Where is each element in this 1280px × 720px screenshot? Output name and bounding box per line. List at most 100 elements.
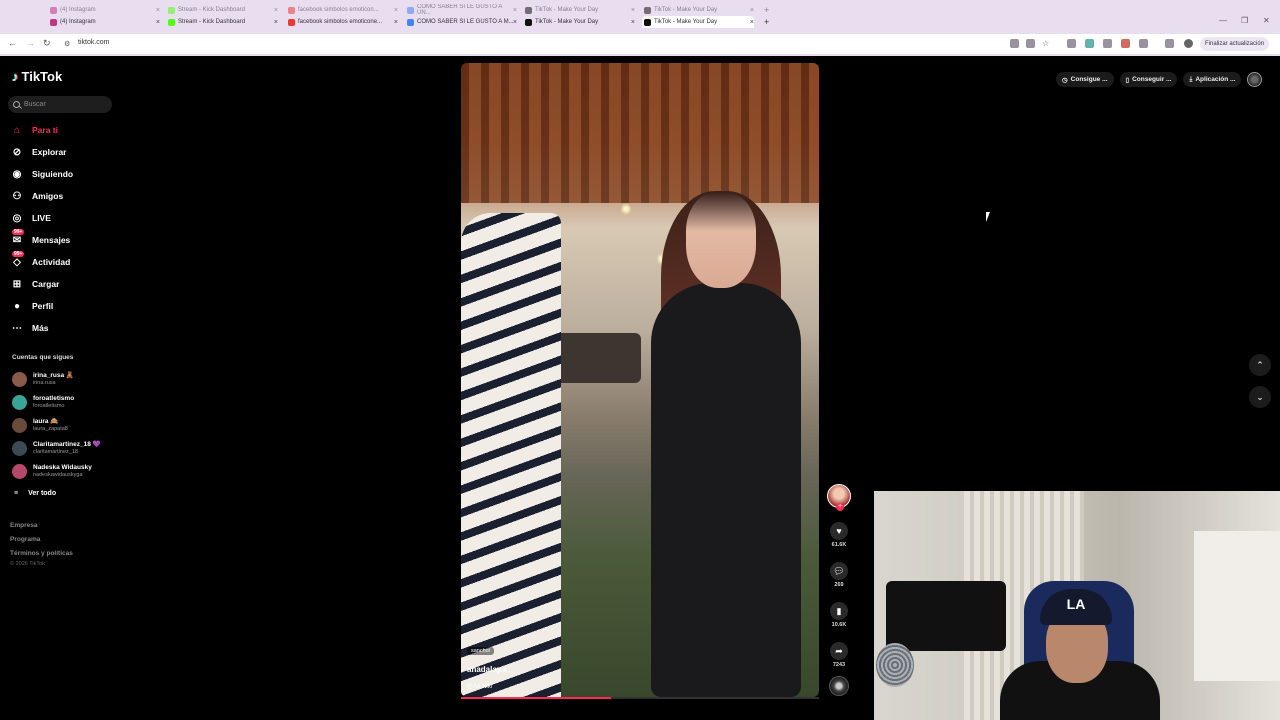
reload-icon[interactable]: ↻ [43,38,51,49]
footer-link-programa[interactable]: Programa [10,536,40,543]
tab-favicon-icon [288,6,295,14]
get-coins-button[interactable]: ◷ Consigue ... [1056,72,1114,87]
live-icon: ◎ [12,212,22,224]
browser-tab[interactable]: (4) Instagram × [48,16,160,28]
browser-tab[interactable]: facebook simbolos emoticone... × [286,16,398,28]
sidebar-item-perfil[interactable]: ● Perfil [10,298,53,314]
translate-icon[interactable] [1010,39,1019,48]
footer-link-terms[interactable]: Términos y políticas [10,550,73,557]
site-info-icon[interactable]: ⚙ [64,40,70,48]
tab-close-icon[interactable]: × [750,7,754,14]
extension-icon[interactable] [1085,39,1094,48]
sidebar-item-actividad[interactable]: ◇ 99+ Actividad [10,251,70,270]
save-button[interactable]: ▮ [830,602,848,620]
browser-tab[interactable]: TikTok - Make Your Day × [523,4,635,16]
desktop-app-button[interactable]: ⤓ Aplicación ... [1183,72,1242,87]
video-player[interactable]: sanchoi anadalay.x @Ari Niki [461,63,819,697]
user-avatar[interactable] [1247,72,1263,87]
video-music[interactable]: @Ari Niki [467,684,492,690]
bookmark-star-icon[interactable]: ☆ [1042,39,1049,48]
cast-icon[interactable] [1026,39,1035,48]
tab-close-icon[interactable]: × [631,19,635,26]
sidebar-panel-icon[interactable] [1165,39,1174,48]
tab-close-icon[interactable]: × [156,19,160,26]
video-author[interactable]: anadalay.x [467,665,507,674]
avatar [12,395,27,410]
sidebar-item-live[interactable]: ◎ LIVE [10,210,51,226]
mouse-cursor [986,212,990,222]
creator-avatar[interactable]: + [827,484,851,511]
new-tab-icon[interactable]: + [762,16,769,28]
tab-close-icon[interactable]: × [631,7,635,14]
restore-icon[interactable]: ❐ [1241,16,1248,25]
browser-tab[interactable]: facebook simbolos emoticon... × [286,4,398,16]
browser-tab[interactable]: Stream - Kick Dashboard × [166,16,278,28]
following-account[interactable]: irina_rusa 🧸 irina.rusa [12,372,74,387]
tab-close-icon[interactable]: × [394,19,398,26]
browser-tab[interactable]: TikTok - Make Your Day × [523,16,635,28]
tab-close-icon[interactable]: × [750,19,754,26]
search-input[interactable] [24,101,104,108]
browser-tab[interactable]: COMO SABER SI LE GUSTO A M... × [405,16,517,28]
tab-close-icon[interactable]: × [156,7,160,14]
extension-icon[interactable] [1103,39,1112,48]
previous-video-button[interactable]: ⌃ [1249,354,1271,376]
get-app-button[interactable]: ▯ Conseguir ... [1119,72,1178,87]
following-account[interactable]: Claritamartinez_18 💜 claritamartinez_18 [12,441,101,456]
finish-update-button[interactable]: Finalizar actualización [1200,37,1270,51]
sidebar-item-mensajes[interactable]: ✉ 99+ Mensajes [10,229,70,248]
sidebar-item-más[interactable]: ⋯ Más [10,320,49,336]
browser-tab[interactable]: COMO SABER SI LE GUSTO A UN... × [405,4,517,16]
tab-favicon-icon [525,18,532,26]
extension-icon[interactable] [1121,39,1130,48]
tab-close-icon[interactable]: × [513,19,517,26]
see-all-button[interactable]: ≡ Ver todo [14,490,56,497]
comment-button[interactable]: 💬︎ [830,562,848,580]
browser-tab[interactable]: TikTok - Make Your Day × [642,4,754,16]
minimize-icon[interactable]: — [1219,16,1227,25]
follow-plus-icon[interactable]: + [836,503,844,511]
browser-tab[interactable]: Stream - Kick Dashboard × [166,4,278,16]
tab-close-icon[interactable]: × [274,7,278,14]
url-field[interactable]: tiktok.com [78,39,110,46]
browser-chrome: (4) Instagram × Stream - Kick Dashboard × fa… [0,0,1280,56]
tab-favicon-icon [525,6,532,14]
browser-tab[interactable]: (4) Instagram × [48,4,160,16]
next-video-button[interactable]: ⌄ [1249,386,1271,408]
account-text: irina_rusa 🧸 irina.rusa [33,372,74,387]
footer-link-empresa[interactable]: Empresa [10,522,37,529]
extensions-puzzle-icon[interactable] [1139,39,1148,48]
like-button[interactable]: ♥ [830,522,848,540]
forward-icon[interactable]: → [26,38,35,48]
new-tab-icon[interactable]: + [762,4,769,16]
tab-close-icon[interactable]: × [513,7,517,14]
sidebar-item-explorar[interactable]: ⊘ Explorar [10,144,67,160]
account-name: foroatletismo [33,395,75,402]
tiktok-logo[interactable]: ♪ TikTok [12,69,62,84]
music-disc-icon[interactable] [829,676,849,696]
save-count: 10.6K [831,622,847,628]
search-box[interactable] [8,96,112,113]
sidebar-item-cargar[interactable]: ⊞ Cargar [10,276,60,292]
video-progress-bar[interactable] [461,697,819,699]
extension-icon[interactable] [1067,39,1076,48]
sidebar-item-amigos[interactable]: ⚇ Amigos [10,188,64,204]
tab-close-icon[interactable]: × [394,7,398,14]
following-account[interactable]: Nadeska Widausky nadeskawidauskyga [12,464,92,479]
share-button[interactable]: ➦ [830,642,848,660]
back-icon[interactable]: ← [8,38,17,48]
tab-close-icon[interactable]: × [274,19,278,26]
upload-icon: ⊞ [12,278,22,290]
tab-label: COMO SABER SI LE GUSTO A UN... [417,4,502,16]
sidebar-item-siguiendo[interactable]: ◉ Siguiendo [10,166,73,182]
following-account[interactable]: foroatletismo foroatletismo [12,395,74,410]
tab-label: (4) Instagram [60,19,96,25]
account-handle: claritamartinez_18 [33,449,78,455]
sidebar-item-para-ti[interactable]: ⌂ Para ti [10,122,58,138]
following-account[interactable]: laura 🙈 laura_zapata8 [12,418,68,433]
browser-tab[interactable]: TikTok - Make Your Day × [642,16,754,28]
pill-label: Conseguir ... [1132,76,1172,83]
video-tag[interactable]: sanchoi [467,647,494,655]
close-window-icon[interactable]: ✕ [1263,16,1270,25]
profile-avatar-icon[interactable] [1184,39,1193,48]
